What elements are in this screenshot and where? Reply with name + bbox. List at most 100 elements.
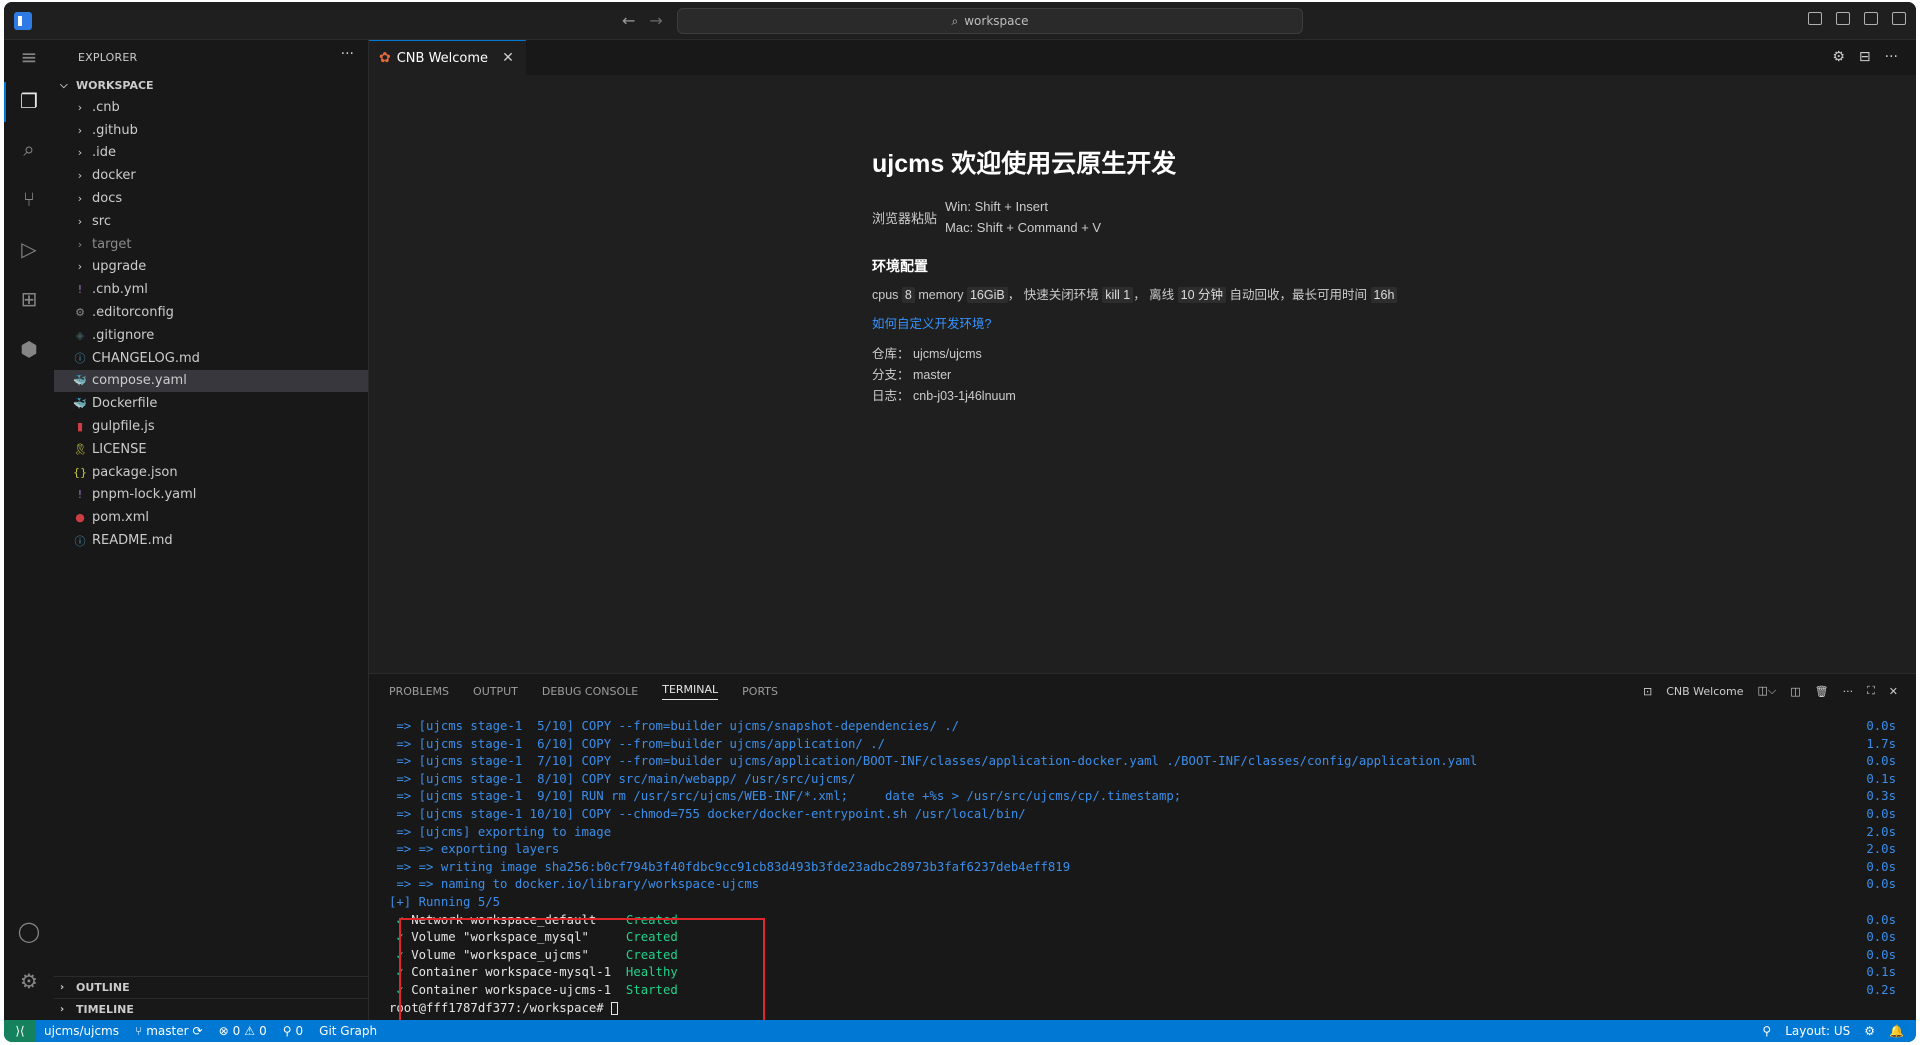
- tree-item[interactable]: › src: [54, 210, 368, 233]
- terminal-output[interactable]: => [ujcms stage-1 5/10] COPY --from=buil…: [389, 718, 1896, 1030]
- toggle-panel-icon[interactable]: [1864, 12, 1878, 25]
- tab-terminal[interactable]: TERMINAL: [662, 683, 719, 700]
- arrow-right-icon[interactable]: →: [649, 11, 662, 30]
- tab-problems[interactable]: PROBLEMS: [389, 685, 449, 698]
- run-debug-icon[interactable]: ▷: [16, 236, 42, 262]
- keyboard-layout[interactable]: Layout: US: [1785, 1024, 1850, 1038]
- tab-output[interactable]: OUTPUT: [473, 685, 518, 698]
- cnb-logo-icon: ✿: [379, 50, 391, 66]
- tree-item-label: .cnb: [92, 99, 120, 115]
- cnb-icon[interactable]: ⬢: [16, 336, 42, 362]
- repo-line: 仓库： ujcms/ujcms: [872, 344, 1397, 365]
- pin-icon[interactable]: ⚲: [1762, 1024, 1771, 1038]
- tree-item[interactable]: › target: [54, 233, 368, 256]
- tree-item[interactable]: ▮ gulpfile.js: [54, 415, 368, 438]
- error-count: 0: [232, 1024, 241, 1038]
- ports-count: 0: [295, 1024, 304, 1038]
- tree-item[interactable]: › upgrade: [54, 256, 368, 279]
- status-ports[interactable]: ⚲ 0: [275, 1024, 311, 1038]
- file-type-icon: 🎗: [73, 442, 87, 456]
- layout-controls: [1808, 12, 1906, 25]
- trash-icon[interactable]: 🗑: [1815, 685, 1829, 698]
- menu-icon[interactable]: ≡: [16, 44, 42, 70]
- env-heading: 环境配置: [872, 258, 928, 274]
- tab-cnb-welcome[interactable]: ✿ CNB Welcome ✕: [369, 40, 526, 75]
- paste-hint: 浏览器粘贴 Win: Shift + Insert Mac: Shift + C…: [872, 196, 1397, 238]
- tree-item[interactable]: ● pom.xml: [54, 506, 368, 529]
- source-control-icon[interactable]: ⑂: [16, 186, 42, 212]
- maximize-icon[interactable]: ⛶: [1867, 684, 1875, 698]
- paste-mac: Mac: Shift + Command + V: [945, 220, 1102, 235]
- tree-item[interactable]: ! .cnb.yml: [54, 278, 368, 301]
- tree-item[interactable]: {} package.json: [54, 461, 368, 484]
- layout-icon[interactable]: ◫: [1790, 685, 1800, 698]
- copilot-icon[interactable]: ⚙: [1864, 1024, 1875, 1038]
- workspace-folder-header[interactable]: ⌵ WORKSPACE: [54, 74, 368, 96]
- tree-item[interactable]: › .cnb: [54, 96, 368, 119]
- terminal-name[interactable]: CNB Welcome: [1666, 685, 1743, 698]
- account-icon[interactable]: ◯: [16, 918, 42, 944]
- editor-actions: ⚙ ⊟ ···: [1832, 49, 1898, 65]
- outline-section[interactable]: › OUTLINE: [54, 976, 368, 998]
- split-terminal-icon[interactable]: ◫⌵: [1757, 684, 1776, 698]
- toggle-secondary-sidebar-icon[interactable]: [1892, 12, 1906, 25]
- tree-item-label: pnpm-lock.yaml: [92, 487, 197, 503]
- tab-debug-console[interactable]: DEBUG CONSOLE: [542, 685, 638, 698]
- file-type-icon: ›: [77, 100, 83, 114]
- welcome-title: ujcms 欢迎使用云原生开发: [872, 150, 1177, 178]
- file-type-icon: ⓘ: [74, 352, 86, 366]
- file-type-icon: {}: [73, 465, 87, 479]
- tree-item[interactable]: › docs: [54, 187, 368, 210]
- search-icon[interactable]: ⌕: [16, 136, 42, 162]
- file-tree: › .cnb › .github › .ide › docker › docs › src › targe…: [54, 96, 368, 552]
- status-branch[interactable]: ⑂ master ⟳: [127, 1024, 211, 1038]
- warning-count: 0: [259, 1024, 267, 1038]
- terminal-line: => [ujcms stage-1 5/10] COPY --from=buil…: [389, 719, 1896, 733]
- command-center-search[interactable]: ⌕ workspace: [677, 8, 1303, 34]
- toggle-sidebar-icon[interactable]: [1836, 12, 1850, 25]
- more-actions-icon[interactable]: ···: [341, 46, 354, 62]
- file-type-icon: ›: [77, 214, 83, 228]
- status-repo[interactable]: ujcms/ujcms: [36, 1024, 127, 1038]
- tree-item[interactable]: ⓘ CHANGELOG.md: [54, 347, 368, 370]
- tree-item[interactable]: › .ide: [54, 142, 368, 165]
- status-git-graph[interactable]: Git Graph: [311, 1024, 385, 1038]
- vscode-window: ← → ⌕ workspace ≡ ❐ ⌕ ⑂ ▷ ⊞ ⬢ ◯ ⚙ EXPLOR…: [4, 2, 1916, 1042]
- customize-env-link[interactable]: 如何自定义开发环境?: [872, 313, 1397, 332]
- tree-item[interactable]: 🐳 compose.yaml: [54, 369, 368, 393]
- split-editor-icon[interactable]: ⊟: [1859, 49, 1871, 65]
- file-type-icon: ›: [77, 123, 83, 137]
- cpus-label: cpus: [872, 288, 899, 302]
- tree-item[interactable]: 🎗 LICENSE: [54, 438, 368, 461]
- tree-item[interactable]: 🐳 Dockerfile: [54, 392, 368, 415]
- more-icon[interactable]: ···: [1885, 49, 1898, 65]
- timeline-section[interactable]: › TIMELINE: [54, 998, 368, 1020]
- error-icon: ⊗: [218, 1024, 229, 1038]
- offline-label: ， 离线: [1133, 288, 1175, 302]
- close-icon[interactable]: ✕: [502, 50, 514, 66]
- tree-item[interactable]: › docker: [54, 164, 368, 187]
- status-problems[interactable]: ⊗ 0 ⚠ 0: [211, 1024, 275, 1038]
- status-bar: ⟩⟨ ujcms/ujcms ⑂ master ⟳ ⊗ 0 ⚠ 0 ⚲ 0 Gi…: [4, 1020, 1916, 1042]
- explorer-icon[interactable]: ❐: [16, 88, 42, 114]
- remote-indicator-icon[interactable]: ⟩⟨: [4, 1020, 36, 1042]
- close-icon[interactable]: ✕: [1889, 685, 1898, 698]
- bell-icon[interactable]: 🔔: [1889, 1024, 1904, 1038]
- gear-icon[interactable]: ⚙: [1832, 49, 1845, 65]
- file-type-icon: ›: [77, 260, 83, 274]
- customize-layout-icon[interactable]: [1808, 12, 1822, 25]
- terminal-icon: ⊡: [1642, 684, 1653, 698]
- tree-item[interactable]: ⓘ README.md: [54, 529, 368, 552]
- tab-ports[interactable]: PORTS: [742, 685, 778, 698]
- settings-icon[interactable]: ⚙: [16, 968, 42, 994]
- file-type-icon: ●: [75, 511, 85, 525]
- more-icon[interactable]: ···: [1843, 685, 1854, 698]
- tree-item[interactable]: ! pnpm-lock.yaml: [54, 484, 368, 507]
- tree-item[interactable]: ◈ .gitignore: [54, 324, 368, 347]
- file-type-icon: ›: [77, 237, 83, 251]
- extensions-icon[interactable]: ⊞: [16, 286, 42, 312]
- file-type-icon: ◈: [75, 328, 85, 342]
- tree-item[interactable]: ⚙ .editorconfig: [54, 301, 368, 324]
- tree-item[interactable]: › .github: [54, 119, 368, 142]
- arrow-left-icon[interactable]: ←: [622, 11, 635, 30]
